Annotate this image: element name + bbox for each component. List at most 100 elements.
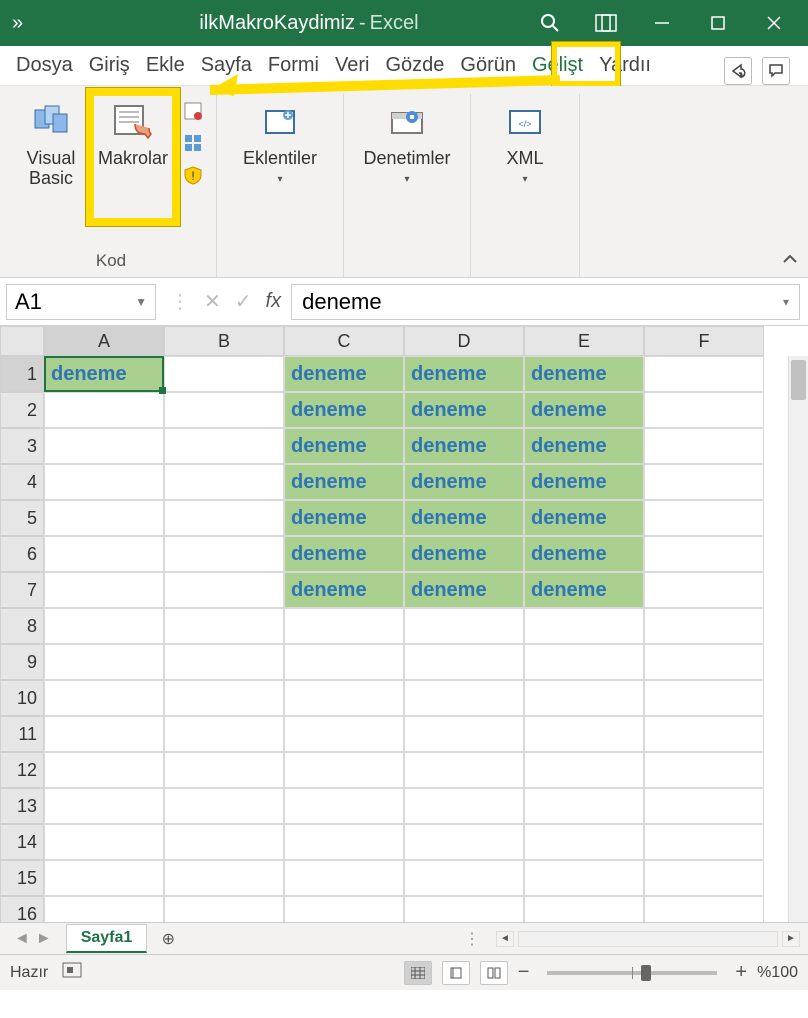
row-header-7[interactable]: 7 — [0, 572, 44, 608]
row-header-11[interactable]: 11 — [0, 716, 44, 752]
visual-basic-button[interactable]: Visual Basic — [12, 94, 90, 194]
formula-expand-icon[interactable]: ▾ — [783, 295, 789, 309]
scrollbar-thumb[interactable] — [791, 360, 806, 400]
quickaccess-more-icon[interactable]: » — [12, 12, 23, 35]
cell-A12[interactable] — [44, 752, 164, 788]
cell-B12[interactable] — [164, 752, 284, 788]
cell-C1[interactable]: deneme — [284, 356, 404, 392]
cell-F9[interactable] — [644, 644, 764, 680]
cell-F13[interactable] — [644, 788, 764, 824]
view-pagelayout-button[interactable] — [442, 961, 470, 985]
row-header-15[interactable]: 15 — [0, 860, 44, 896]
cell-A8[interactable] — [44, 608, 164, 644]
cell-E16[interactable] — [524, 896, 644, 922]
cell-E14[interactable] — [524, 824, 644, 860]
cell-E12[interactable] — [524, 752, 644, 788]
row-header-3[interactable]: 3 — [0, 428, 44, 464]
vertical-scrollbar[interactable] — [788, 356, 808, 922]
row-header-9[interactable]: 9 — [0, 644, 44, 680]
cell-E2[interactable]: deneme — [524, 392, 644, 428]
cell-A5[interactable] — [44, 500, 164, 536]
cell-B1[interactable] — [164, 356, 284, 392]
col-header-A[interactable]: A — [44, 326, 164, 356]
zoom-in-button[interactable]: + — [735, 961, 747, 984]
cell-C8[interactable] — [284, 608, 404, 644]
cell-D14[interactable] — [404, 824, 524, 860]
cell-E6[interactable]: deneme — [524, 536, 644, 572]
horizontal-scrollbar[interactable]: ◄ ► — [488, 931, 808, 947]
record-macro-icon[interactable] — [180, 98, 206, 124]
col-header-F[interactable]: F — [644, 326, 764, 356]
cell-D3[interactable]: deneme — [404, 428, 524, 464]
cell-D1[interactable]: deneme — [404, 356, 524, 392]
sheet-nav-prev-icon[interactable]: ◄ — [14, 930, 30, 948]
cell-C3[interactable]: deneme — [284, 428, 404, 464]
cell-C12[interactable] — [284, 752, 404, 788]
cell-B7[interactable] — [164, 572, 284, 608]
cell-D7[interactable]: deneme — [404, 572, 524, 608]
macro-record-status-icon[interactable] — [62, 962, 82, 983]
cell-C7[interactable]: deneme — [284, 572, 404, 608]
cell-B10[interactable] — [164, 680, 284, 716]
fx-icon[interactable]: fx — [266, 290, 282, 313]
comments-button[interactable] — [762, 57, 790, 85]
macro-security-icon[interactable]: ! — [180, 162, 206, 188]
cell-E5[interactable]: deneme — [524, 500, 644, 536]
share-button[interactable] — [724, 57, 752, 85]
cell-C2[interactable]: deneme — [284, 392, 404, 428]
zoom-slider[interactable] — [547, 971, 717, 975]
row-header-12[interactable]: 12 — [0, 752, 44, 788]
tab-gözde[interactable]: Gözde — [377, 47, 452, 85]
minimize-button[interactable] — [634, 0, 690, 46]
cell-F4[interactable] — [644, 464, 764, 500]
cell-B11[interactable] — [164, 716, 284, 752]
maximize-button[interactable] — [690, 0, 746, 46]
row-header-2[interactable]: 2 — [0, 392, 44, 428]
view-normal-button[interactable] — [404, 961, 432, 985]
cell-A7[interactable] — [44, 572, 164, 608]
cell-C14[interactable] — [284, 824, 404, 860]
col-header-E[interactable]: E — [524, 326, 644, 356]
cancel-formula-icon[interactable]: ✕ — [204, 289, 221, 314]
zoom-out-button[interactable]: − — [518, 961, 530, 984]
cell-F16[interactable] — [644, 896, 764, 922]
tab-giriş[interactable]: Giriş — [81, 47, 138, 85]
cell-F5[interactable] — [644, 500, 764, 536]
cell-B16[interactable] — [164, 896, 284, 922]
cell-F7[interactable] — [644, 572, 764, 608]
sheet-split-icon[interactable]: ⋮ — [464, 929, 488, 949]
row-header-10[interactable]: 10 — [0, 680, 44, 716]
tab-veri[interactable]: Veri — [327, 47, 377, 85]
window-mode-icon[interactable] — [578, 0, 634, 46]
cell-E4[interactable]: deneme — [524, 464, 644, 500]
formula-input[interactable]: deneme ▾ — [291, 284, 800, 320]
cell-C9[interactable] — [284, 644, 404, 680]
cell-D4[interactable]: deneme — [404, 464, 524, 500]
cell-E11[interactable] — [524, 716, 644, 752]
row-header-1[interactable]: 1 — [0, 356, 44, 392]
tab-ekle[interactable]: Ekle — [138, 47, 193, 85]
cell-F10[interactable] — [644, 680, 764, 716]
cell-B14[interactable] — [164, 824, 284, 860]
cell-D2[interactable]: deneme — [404, 392, 524, 428]
cell-A13[interactable] — [44, 788, 164, 824]
cell-C5[interactable]: deneme — [284, 500, 404, 536]
cell-C10[interactable] — [284, 680, 404, 716]
cell-F12[interactable] — [644, 752, 764, 788]
xml-button[interactable]: </> XML▾ — [495, 94, 555, 196]
cell-F8[interactable] — [644, 608, 764, 644]
cell-E13[interactable] — [524, 788, 644, 824]
cell-E9[interactable] — [524, 644, 644, 680]
cell-D8[interactable] — [404, 608, 524, 644]
cell-D11[interactable] — [404, 716, 524, 752]
row-header-8[interactable]: 8 — [0, 608, 44, 644]
tab-formi[interactable]: Formi — [260, 47, 327, 85]
cell-D15[interactable] — [404, 860, 524, 896]
row-header-13[interactable]: 13 — [0, 788, 44, 824]
cell-F15[interactable] — [644, 860, 764, 896]
cell-E10[interactable] — [524, 680, 644, 716]
cell-B13[interactable] — [164, 788, 284, 824]
cell-A10[interactable] — [44, 680, 164, 716]
hscroll-right-icon[interactable]: ► — [782, 931, 800, 947]
cell-A6[interactable] — [44, 536, 164, 572]
